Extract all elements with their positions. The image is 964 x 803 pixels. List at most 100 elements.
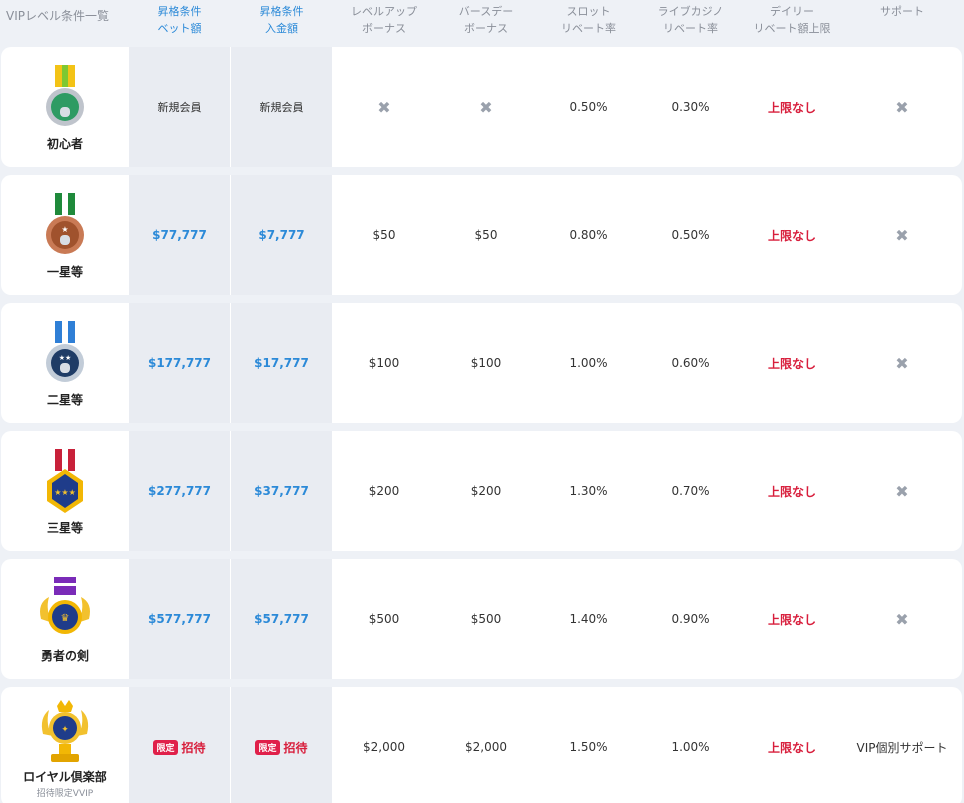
levelup-bonus-cell-value: $100 <box>368 356 400 370</box>
deposit-amount-cell-value: $37,777 <box>254 484 309 498</box>
slot-rebate-cell: 0.50% <box>537 47 640 167</box>
daily-rebate-limit-cell-value: 上限なし <box>767 740 816 755</box>
bet-amount-cell-value: $77,777 <box>152 228 207 242</box>
invite-label: 招待 <box>283 740 308 755</box>
level-cell: ★★ 二星等 <box>1 303 129 423</box>
limited-badge: 限定 <box>153 739 178 755</box>
slot-rebate-cell-value: 1.50% <box>569 740 608 754</box>
header-deposit-amount-line: 昇格条件 <box>259 5 304 18</box>
birthday-bonus-cell-value: $2,000 <box>465 740 507 754</box>
header-slot-rebate-line: スロット <box>566 5 611 18</box>
deposit-amount-cell: $37,777 <box>231 431 332 551</box>
slot-rebate-cell: 0.80% <box>537 175 640 295</box>
birthday-bonus-cell-value: $50 <box>474 228 498 242</box>
daily-rebate-limit-cell: 上限なし <box>741 431 843 551</box>
deposit-amount-cell: $17,777 <box>231 303 332 423</box>
header-deposit-amount-line: 入金額 <box>265 22 298 35</box>
bet-amount-cell: $177,777 <box>129 303 230 423</box>
slot-rebate-cell-value: 1.40% <box>569 612 608 626</box>
birthday-bonus-cell: ✖ <box>435 47 537 167</box>
live-casino-rebate-cell-value: 0.60% <box>671 356 710 370</box>
table-row: ★★ 二星等 $177,777 $17,777 $100 $100 1.00% 0.60% 上限… <box>1 303 962 423</box>
daily-rebate-limit-cell-value: 上限なし <box>767 484 816 499</box>
invite-label: 招待 <box>181 740 206 755</box>
slot-rebate-cell: 1.40% <box>537 559 640 679</box>
table-header: VIPレベル条件一覧 昇格条件 ベット額 昇格条件 入金額 レベルアップ ボーナス バースデー… <box>0 0 964 46</box>
not-available-icon: ✖ <box>479 97 493 117</box>
svg-text:✦: ✦ <box>61 725 69 735</box>
birthday-bonus-cell: $500 <box>435 559 537 679</box>
live-casino-rebate-cell: 0.30% <box>640 47 741 167</box>
deposit-amount-cell-value: $17,777 <box>254 356 309 370</box>
birthday-bonus-cell-value: $200 <box>470 484 502 498</box>
deposit-amount-cell: 新規会員 <box>231 47 332 167</box>
live-casino-rebate-cell: 0.90% <box>640 559 741 679</box>
level-cell: 初心者 <box>1 47 129 167</box>
live-casino-rebate-cell-value: 0.70% <box>671 484 710 498</box>
birthday-bonus-cell-value: $500 <box>470 612 502 626</box>
hero-sword-medal-icon: ♛ <box>35 575 95 645</box>
daily-rebate-limit-cell-value: 上限なし <box>767 356 816 371</box>
royal-club-trophy-icon: ✦ <box>35 696 95 766</box>
levelup-bonus-cell: $2,000 <box>333 687 435 803</box>
table-row: 初心者 新規会員 新規会員 ✖ ✖ 0.50% 0.30% 上限なし ✖ <box>1 47 962 167</box>
daily-rebate-limit-cell: 上限なし <box>741 559 843 679</box>
slot-rebate-cell-value: 1.00% <box>569 356 608 370</box>
slot-rebate-cell-value: 0.80% <box>569 228 608 242</box>
bet-amount-cell: 限定 招待 <box>129 687 230 803</box>
header-birthday-bonus: バースデー ボーナス <box>435 0 537 46</box>
levelup-bonus-cell: $100 <box>333 303 435 423</box>
table-row: ★★★ 三星等 $277,777 $37,777 $200 $200 1.30% 0.70% 上… <box>1 431 962 551</box>
three-star-medal-icon: ★★★ <box>35 447 95 517</box>
level-cell: ★★★ 三星等 <box>1 431 129 551</box>
birthday-bonus-cell: $50 <box>435 175 537 295</box>
not-available-icon: ✖ <box>895 481 909 501</box>
not-available-icon: ✖ <box>895 97 909 117</box>
bet-amount-cell: $277,777 <box>129 431 230 551</box>
daily-rebate-limit-cell-value: 上限なし <box>767 100 816 115</box>
not-available-icon: ✖ <box>895 225 909 245</box>
table-row: ✦ ロイヤル倶楽部 招待限定VVIP 限定 招待 限定 招待 $2,000 $2,000 1.50… <box>1 687 962 803</box>
support-cell: ✖ <box>843 559 961 679</box>
svg-text:★: ★ <box>61 225 68 234</box>
deposit-amount-cell-value: $57,777 <box>254 612 309 626</box>
daily-rebate-limit-cell: 上限なし <box>741 687 843 803</box>
header-live-casino-rebate-line: リベート率 <box>663 22 718 35</box>
birthday-bonus-cell-value: $100 <box>470 356 502 370</box>
header-bet-amount-line: 昇格条件 <box>157 5 202 18</box>
header-bet-amount-line: ベット額 <box>157 22 202 35</box>
level-cell: ♛ 勇者の剣 <box>1 559 129 679</box>
header-levelup-bonus-line: ボーナス <box>362 22 406 35</box>
bet-amount-cell-value: $277,777 <box>147 484 211 498</box>
birthday-bonus-cell: $2,000 <box>435 687 537 803</box>
live-casino-rebate-cell: 0.60% <box>640 303 741 423</box>
level-cell: ★ 一星等 <box>1 175 129 295</box>
daily-rebate-limit-cell: 上限なし <box>741 47 843 167</box>
levelup-bonus-cell: $50 <box>333 175 435 295</box>
birthday-bonus-cell: $200 <box>435 431 537 551</box>
level-name: 勇者の剣 <box>40 648 89 663</box>
vip-level-table: VIPレベル条件一覧 昇格条件 ベット額 昇格条件 入金額 レベルアップ ボーナス バースデー… <box>0 0 964 803</box>
daily-rebate-limit-cell: 上限なし <box>741 303 843 423</box>
svg-text:♛: ♛ <box>61 613 70 624</box>
bet-amount-cell: $77,777 <box>129 175 230 295</box>
levelup-bonus-cell: $500 <box>333 559 435 679</box>
live-casino-rebate-cell-value: 0.90% <box>671 612 710 626</box>
level-name: 二星等 <box>46 392 83 407</box>
header-daily-rebate-limit-line: デイリー <box>770 5 814 18</box>
levelup-bonus-cell-value: $50 <box>372 228 396 242</box>
header-levelup-bonus: レベルアップ ボーナス <box>333 0 435 46</box>
header-levelup-bonus-line: レベルアップ <box>351 5 417 18</box>
slot-rebate-cell: 1.30% <box>537 431 640 551</box>
deposit-amount-cell: 限定 招待 <box>231 687 332 803</box>
live-casino-rebate-cell-value: 1.00% <box>671 740 710 754</box>
support-cell: ✖ <box>843 175 961 295</box>
level-cell: ✦ ロイヤル倶楽部 招待限定VVIP <box>1 687 129 803</box>
slot-rebate-cell: 1.50% <box>537 687 640 803</box>
support-cell: ✖ <box>843 431 961 551</box>
bet-amount-cell-value: $577,777 <box>147 612 211 626</box>
level-name: ロイヤル倶楽部 <box>23 769 107 784</box>
daily-rebate-limit-cell-value: 上限なし <box>767 612 816 627</box>
header-daily-rebate-limit: デイリー リベート額上限 <box>741 0 843 46</box>
bet-amount-cell-value: 新規会員 <box>157 101 202 114</box>
